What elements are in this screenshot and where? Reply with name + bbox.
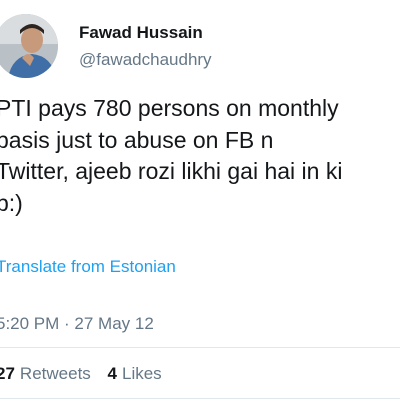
translate-link[interactable]: Translate from Estonian bbox=[0, 257, 176, 277]
profile-photo bbox=[0, 14, 58, 78]
retweets-stat[interactable]: 27 Retweets bbox=[0, 364, 91, 383]
avatar[interactable] bbox=[0, 14, 58, 78]
engagement-stats: 27 Retweets 4 Likes bbox=[0, 364, 174, 384]
retweets-count: 27 bbox=[0, 364, 15, 383]
divider bbox=[0, 347, 400, 348]
display-name[interactable]: Fawad Hussain bbox=[79, 23, 203, 43]
tweet-text-line: b:) bbox=[0, 189, 23, 216]
likes-count: 4 bbox=[107, 364, 117, 383]
user-handle[interactable]: @fawadchaudhry bbox=[79, 50, 212, 70]
tweet-timestamp[interactable]: 5:20 PM · 27 May 12 bbox=[0, 314, 154, 334]
likes-stat[interactable]: 4 Likes bbox=[108, 364, 162, 383]
tweet-text-line: Twitter, ajeeb rozi likhi gai hai in ki bbox=[0, 158, 343, 184]
tweet-text: PTI pays 780 persons on monthly basis ju… bbox=[0, 93, 400, 219]
tweet-text-line: PTI pays 780 persons on monthly bbox=[0, 95, 339, 121]
divider bbox=[0, 398, 400, 399]
tweet-card: Fawad Hussain @fawadchaudhry PTI pays 78… bbox=[0, 0, 400, 400]
retweets-label: Retweets bbox=[19, 364, 91, 383]
tweet-text-line: basis just to abuse on FB n bbox=[0, 126, 274, 153]
likes-label: Likes bbox=[122, 364, 162, 383]
